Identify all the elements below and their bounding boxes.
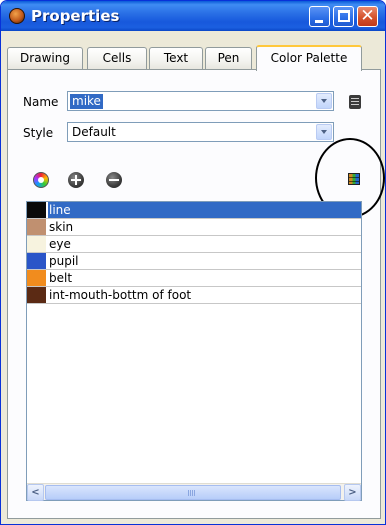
color-name: line [48, 202, 361, 218]
chevron-down-icon[interactable] [316, 93, 332, 109]
color-swatch [27, 253, 46, 269]
name-label: Name [23, 95, 59, 109]
color-name: int-mouth-bottm of foot [49, 288, 192, 302]
horizontal-scrollbar[interactable]: < > [27, 483, 361, 501]
style-dropdown[interactable]: Default [67, 122, 334, 142]
tab-text[interactable]: Text [149, 47, 203, 70]
style-label: Style [23, 126, 54, 140]
style-value: Default [72, 125, 116, 139]
close-button[interactable]: ✕ [357, 6, 378, 27]
color-swatch [27, 219, 46, 235]
tab-pen[interactable]: Pen [205, 47, 252, 70]
color-swatch [27, 202, 46, 218]
tab-drawing[interactable]: Drawing [7, 47, 83, 70]
maximize-button[interactable] [333, 6, 354, 27]
remove-icon[interactable] [106, 172, 122, 188]
color-swatch [27, 287, 46, 303]
list-item[interactable]: pupil [27, 253, 361, 270]
add-icon[interactable] [68, 172, 84, 188]
window-title: Properties [31, 7, 120, 25]
tab-cells[interactable]: Cells [87, 47, 147, 70]
chevron-down-icon[interactable] [316, 124, 332, 140]
list-item[interactable]: skin [27, 219, 361, 236]
list-item[interactable]: belt [27, 270, 361, 287]
tab-color-palette[interactable]: Color Palette [256, 45, 362, 71]
name-dropdown[interactable]: mike [67, 91, 334, 111]
scroll-left-icon[interactable]: < [27, 484, 44, 501]
color-name: eye [49, 237, 71, 251]
color-name: pupil [49, 254, 79, 268]
color-wheel-icon[interactable] [33, 172, 49, 188]
list-item[interactable]: eye [27, 236, 361, 253]
scroll-right-icon[interactable]: > [344, 484, 361, 501]
color-name: skin [49, 220, 74, 234]
title-bar[interactable]: Properties ✕ [1, 1, 385, 31]
minimize-icon [315, 20, 323, 23]
minimize-button[interactable] [309, 6, 330, 27]
name-value: mike [70, 94, 103, 109]
maximize-icon [338, 10, 350, 22]
document-icon[interactable] [349, 95, 361, 109]
color-swatch [27, 270, 46, 286]
app-icon [9, 8, 25, 24]
list-item[interactable]: int-mouth-bottm of foot [27, 287, 361, 304]
properties-window: Properties ✕ Drawing Cells Text Pen Colo… [0, 0, 386, 525]
color-list[interactable]: line skin eye pupil belt int-mouth-bottm… [26, 201, 362, 501]
color-swatch [27, 236, 46, 252]
color-name: belt [49, 271, 73, 285]
scrollbar-thumb[interactable] [45, 485, 341, 500]
close-icon: ✕ [360, 6, 375, 26]
tab-strip: Drawing Cells Text Pen Color Palette [7, 45, 381, 71]
list-item[interactable]: line [27, 202, 361, 219]
